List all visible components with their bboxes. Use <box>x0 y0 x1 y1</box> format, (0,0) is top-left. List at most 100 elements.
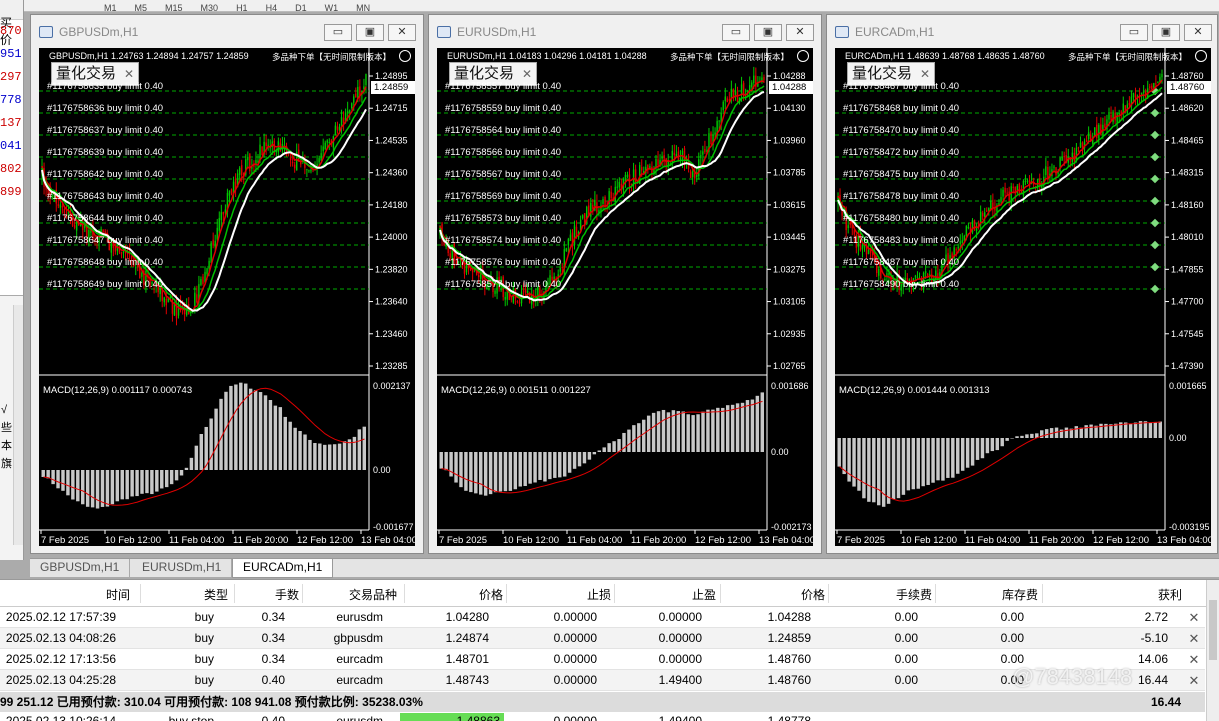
table-row[interactable]: 2025.02.12 17:57:39 buy 0.34 eurusdm 1.04280… <box>0 607 1205 628</box>
market-watch-bid[interactable]: 137 <box>0 112 23 135</box>
pending-order-label[interactable]: #1176758639 buy limit 0.40 <box>47 147 163 158</box>
market-watch-bid[interactable]: 899 <box>0 181 23 204</box>
chart-window-eurcadm-h1[interactable]: EURCADm,H1 ▭ ▣ ✕ 1.48760 1.48620 1.48465 1.4831… <box>826 14 1218 554</box>
timeframe-button[interactable]: H4 <box>266 4 278 12</box>
column-header[interactable]: 获利 <box>1158 586 1182 603</box>
column-header[interactable]: 价格 <box>479 586 503 603</box>
chart-window-gbpusdm-h1[interactable]: GBPUSDm,H1 ▭ ▣ ✕ 1.24895 1.24715 1.24535 1.2436… <box>30 14 424 554</box>
window-titlebar[interactable]: EURCADm,H1 ▭ ▣ ✕ <box>827 15 1217 49</box>
close-button[interactable]: ✕ <box>786 24 814 41</box>
timeframe-button[interactable]: D1 <box>295 4 307 12</box>
macd-histogram-bar <box>1123 422 1128 438</box>
pending-order-label[interactable]: #1176758648 buy limit 0.40 <box>47 257 163 268</box>
chart-canvas[interactable]: 1.04288 1.04130 1.03960 1.03785 1.03615 1.034… <box>437 48 813 546</box>
pending-order-label[interactable]: #1176758483 buy limit 0.40 <box>843 235 959 246</box>
pending-order-label[interactable]: #1176758490 buy limit 0.40 <box>843 279 959 290</box>
price-chart[interactable]: 1.04288 1.04130 1.03960 1.03785 1.03615 1.034… <box>437 48 813 546</box>
column-header[interactable]: 止盈 <box>692 586 716 603</box>
pending-order-label[interactable]: #1176758635 buy limit 0.40 <box>47 81 163 92</box>
chart-window-eurusdm-h1[interactable]: EURUSDm,H1 ▭ ▣ ✕ 1.04288 1.04130 1.03960 1.0378… <box>428 14 822 554</box>
close-button[interactable]: ✕ <box>1184 24 1212 41</box>
column-header[interactable]: 价格 <box>801 586 825 603</box>
close-position-icon[interactable]: ✕ <box>1188 607 1200 628</box>
window-titlebar[interactable]: EURUSDm,H1 ▭ ▣ ✕ <box>429 15 821 49</box>
pending-order-row[interactable]: 2025.02.13 10:26:14 buy stop 0.40 eurusdm 1.… <box>0 713 1205 721</box>
market-watch-bid[interactable]: 951 <box>0 43 23 66</box>
macd-histogram-bar <box>857 438 861 491</box>
macd-histogram-bar <box>313 443 317 470</box>
minimize-button[interactable]: ▭ <box>324 24 352 41</box>
pending-order-label[interactable]: #1176758642 buy limit 0.40 <box>47 169 163 180</box>
market-watch-bid[interactable]: 297 <box>0 66 23 89</box>
candle-body <box>1008 191 1010 201</box>
pending-order-label[interactable]: #1176758564 buy limit 0.40 <box>445 125 561 136</box>
table-scrollbar[interactable] <box>1206 580 1219 721</box>
pending-order-label[interactable]: #1176758559 buy limit 0.40 <box>445 103 561 114</box>
market-watch-bid[interactable]: 041 <box>0 135 23 158</box>
pending-order-label[interactable]: #1176758577 buy limit 0.40 <box>445 279 561 290</box>
timeframe-button[interactable]: M30 <box>201 4 219 12</box>
price-chart[interactable]: 1.48760 1.48620 1.48465 1.48315 1.48160 1.480… <box>835 48 1211 546</box>
timeframe-button[interactable]: W1 <box>325 4 339 12</box>
pending-order-label[interactable]: #1176758480 buy limit 0.40 <box>843 213 959 224</box>
pending-order-label[interactable]: #1176758478 buy limit 0.40 <box>843 191 959 202</box>
table-row[interactable]: 2025.02.13 04:08:26 buy 0.34 gbpusdm 1.24874… <box>0 628 1205 649</box>
pending-order-label[interactable]: #1176758647 buy limit 0.40 <box>47 235 163 246</box>
navigator-scrollbar[interactable] <box>13 305 23 545</box>
column-header[interactable]: 类型 <box>204 586 228 603</box>
market-watch-bid[interactable]: 778 <box>0 89 23 112</box>
pending-order-label[interactable]: #1176758566 buy limit 0.40 <box>445 147 561 158</box>
close-position-icon[interactable]: ✕ <box>1188 628 1200 649</box>
column-header[interactable]: 止损 <box>587 586 611 603</box>
pending-order-label[interactable]: #1176758569 buy limit 0.40 <box>445 191 561 202</box>
maximize-button[interactable]: ▣ <box>754 24 782 41</box>
market-watch-bid[interactable]: 802 <box>0 158 23 181</box>
column-header[interactable]: 交易品种 <box>349 586 397 603</box>
chart-tab[interactable]: EURUSDm,H1 <box>132 559 233 577</box>
chart-canvas[interactable]: 1.48760 1.48620 1.48465 1.48315 1.48160 1.480… <box>835 48 1211 546</box>
order-marker-icon <box>1150 174 1160 184</box>
chart-tab[interactable]: GBPUSDm,H1 <box>30 559 131 577</box>
pending-order-label[interactable]: #1176758475 buy limit 0.40 <box>843 169 959 180</box>
pending-order-label[interactable]: #1176758467 buy limit 0.40 <box>843 81 959 92</box>
candle-body <box>1157 81 1159 83</box>
pending-order-label[interactable]: #1176758567 buy limit 0.40 <box>445 169 561 180</box>
timeframe-button[interactable]: MN <box>356 4 370 12</box>
pending-order-label[interactable]: #1176758574 buy limit 0.40 <box>445 235 561 246</box>
price-tick-label: 1.23285 <box>375 361 408 371</box>
pending-order-label[interactable]: #1176758636 buy limit 0.40 <box>47 103 163 114</box>
scroll-thumb[interactable] <box>1209 600 1217 660</box>
chart-canvas[interactable]: 1.24895 1.24715 1.24535 1.24360 1.24180 1.240… <box>39 48 415 546</box>
pending-order-label[interactable]: #1176758573 buy limit 0.40 <box>445 213 561 224</box>
timeframe-button[interactable]: M1 <box>104 4 117 12</box>
timeframe-button[interactable]: M5 <box>135 4 148 12</box>
pending-order-label[interactable]: #1176758487 buy limit 0.40 <box>843 257 959 268</box>
macd-histogram-bar <box>130 470 134 497</box>
close-position-icon[interactable]: ✕ <box>1188 670 1200 691</box>
pending-order-label[interactable]: #1176758470 buy limit 0.40 <box>843 125 959 136</box>
window-titlebar[interactable]: GBPUSDm,H1 ▭ ▣ ✕ <box>31 15 423 49</box>
pending-order-label[interactable]: #1176758649 buy limit 0.40 <box>47 279 163 290</box>
price-chart[interactable]: 1.24895 1.24715 1.24535 1.24360 1.24180 1.240… <box>39 48 415 546</box>
pending-order-label[interactable]: #1176758637 buy limit 0.40 <box>47 125 163 136</box>
pending-order-label[interactable]: #1176758576 buy limit 0.40 <box>445 257 561 268</box>
close-position-icon[interactable]: ✕ <box>1188 649 1200 670</box>
column-header[interactable]: 手续费 <box>896 586 932 603</box>
column-header[interactable]: 库存费 <box>1002 586 1038 603</box>
maximize-button[interactable]: ▣ <box>1152 24 1180 41</box>
maximize-button[interactable]: ▣ <box>356 24 384 41</box>
market-watch-bid[interactable]: 870 <box>0 20 23 43</box>
timeframe-button[interactable]: M15 <box>165 4 183 12</box>
pending-order-label[interactable]: #1176758643 buy limit 0.40 <box>47 191 163 202</box>
minimize-button[interactable]: ▭ <box>722 24 750 41</box>
close-button[interactable]: ✕ <box>388 24 416 41</box>
pending-order-label[interactable]: #1176758644 buy limit 0.40 <box>47 213 163 224</box>
pending-order-label[interactable]: #1176758472 buy limit 0.40 <box>843 147 959 158</box>
pending-order-label[interactable]: #1176758468 buy limit 0.40 <box>843 103 959 114</box>
column-header[interactable]: 时间 <box>106 586 130 603</box>
pending-order-label[interactable]: #1176758557 buy limit 0.40 <box>445 81 561 92</box>
column-header[interactable]: 手数 <box>275 586 299 603</box>
minimize-button[interactable]: ▭ <box>1120 24 1148 41</box>
timeframe-button[interactable]: H1 <box>236 4 248 12</box>
chart-tab[interactable]: EURCADm,H1 <box>232 559 334 578</box>
